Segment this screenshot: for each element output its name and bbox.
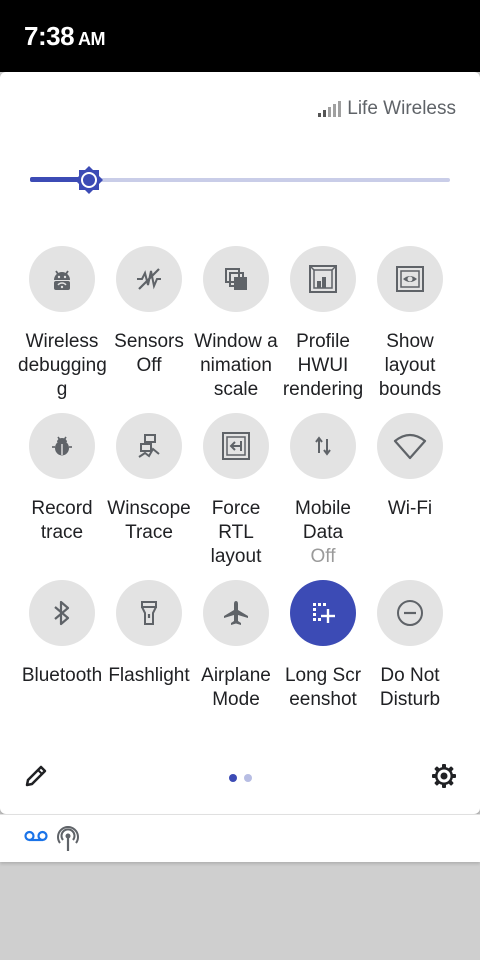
tile-status: Off bbox=[310, 546, 336, 567]
tile-label: Force RTL layout bbox=[210, 498, 262, 567]
tile-window-animation[interactable]: Window a nimation scale bbox=[192, 246, 280, 402]
tile-label: Bluetooth bbox=[21, 665, 103, 686]
tile-profile-hwui[interactable]: Profile HWUI rendering bbox=[279, 246, 367, 402]
mobile-data-icon[interactable] bbox=[290, 413, 356, 479]
panel-footer bbox=[0, 762, 480, 794]
tile-label: Wireless debugging g bbox=[18, 331, 107, 400]
wifi-icon[interactable] bbox=[377, 413, 443, 479]
tile-label: Mobile Data bbox=[295, 498, 351, 543]
sensors-off-icon[interactable] bbox=[116, 246, 182, 312]
rtl-icon[interactable] bbox=[203, 413, 269, 479]
tile-sensors-off[interactable]: Sensors Off bbox=[105, 246, 193, 378]
notification-icon-strip bbox=[0, 814, 480, 862]
tile-flashlight[interactable]: Flashlight bbox=[105, 580, 193, 688]
tile-label: Sensors Off bbox=[114, 331, 184, 376]
tile-winscope[interactable]: Winscope Trace bbox=[105, 413, 193, 545]
window-animation-icon[interactable] bbox=[203, 246, 269, 312]
tile-rtl[interactable]: Force RTL layout bbox=[192, 413, 280, 569]
profile-hwui-icon[interactable] bbox=[290, 246, 356, 312]
tile-android[interactable]: Wireless debugging g bbox=[18, 246, 107, 402]
tile-label: Airplane Mode bbox=[201, 665, 271, 710]
tile-airplane[interactable]: Airplane Mode bbox=[192, 580, 280, 712]
tile-label: Long Scr eenshot bbox=[284, 665, 362, 710]
tile-label: Profile HWUI rendering bbox=[282, 331, 364, 400]
dnd-icon[interactable] bbox=[377, 580, 443, 646]
flashlight-icon[interactable] bbox=[116, 580, 182, 646]
tile-bug[interactable]: Record trace bbox=[18, 413, 106, 545]
voicemail-icon bbox=[24, 829, 48, 848]
tile-wifi[interactable]: Wi-Fi bbox=[366, 413, 454, 521]
long-screenshot-icon[interactable] bbox=[290, 580, 356, 646]
tile-mobile-data[interactable]: Mobile Data Off bbox=[279, 413, 367, 569]
airplane-icon[interactable] bbox=[203, 580, 269, 646]
page-indicator bbox=[229, 774, 252, 782]
carrier-name: Life Wireless bbox=[347, 98, 456, 119]
tile-label: Flashlight bbox=[108, 665, 190, 686]
quick-settings-panel: Life Wireless Wireless debugging g Sensor… bbox=[0, 72, 480, 814]
tile-label: Winscope Trace bbox=[107, 498, 191, 543]
clock-ampm: AM bbox=[78, 29, 106, 49]
tile-long-screenshot[interactable]: Long Scr eenshot bbox=[279, 580, 367, 712]
status-bar: 7:38 AM bbox=[0, 0, 480, 72]
bug-icon[interactable] bbox=[29, 413, 95, 479]
settings-gear-icon[interactable] bbox=[430, 762, 458, 790]
edit-pencil-icon[interactable] bbox=[22, 762, 50, 790]
bluetooth-icon[interactable] bbox=[29, 580, 95, 646]
tile-label: Window a nimation scale bbox=[194, 331, 278, 400]
hotspot-icon bbox=[56, 825, 80, 858]
tile-label: Record trace bbox=[31, 498, 93, 543]
page-dot bbox=[244, 774, 252, 782]
clock-time: 7:38 bbox=[24, 21, 75, 51]
page-dot bbox=[229, 774, 237, 782]
signal-strength-icon bbox=[318, 101, 342, 117]
clock: 7:38 AM bbox=[24, 21, 106, 52]
layout-bounds-icon[interactable] bbox=[377, 246, 443, 312]
winscope-icon[interactable] bbox=[116, 413, 182, 479]
tile-label: Show layout bounds bbox=[378, 331, 442, 400]
tile-label: Wi-Fi bbox=[387, 498, 433, 519]
tile-label: Do Not Disturb bbox=[379, 665, 441, 710]
brightness-thumb-icon[interactable] bbox=[73, 164, 105, 196]
carrier-info: Life Wireless bbox=[318, 98, 456, 120]
tile-bluetooth[interactable]: Bluetooth bbox=[18, 580, 106, 688]
android-icon[interactable] bbox=[29, 246, 95, 312]
tile-layout-bounds[interactable]: Show layout bounds bbox=[366, 246, 454, 402]
brightness-slider[interactable] bbox=[30, 166, 450, 194]
tile-dnd[interactable]: Do Not Disturb bbox=[366, 580, 454, 712]
